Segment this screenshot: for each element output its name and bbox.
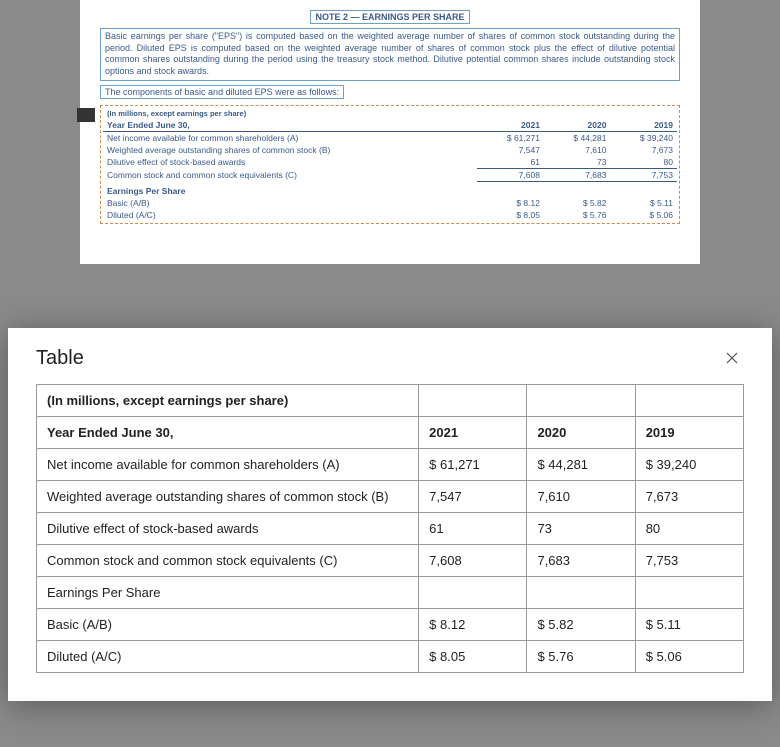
bg-col-2020: 2020 <box>544 119 611 132</box>
doc-paragraph: Basic earnings per share ("EPS") is comp… <box>100 28 680 81</box>
bg-year-label: Year Ended June 30, <box>103 119 477 132</box>
table-row: Common stock and common stock equivalent… <box>37 545 744 577</box>
table-row: Basic (A/B) $ 8.12 $ 5.82 $ 5.11 <box>37 609 744 641</box>
source-document: NOTE 2 — EARNINGS PER SHARE Basic earnin… <box>80 0 700 264</box>
bg-caption: (In millions, except earnings per share) <box>103 108 477 119</box>
bg-eps-table: (In millions, except earnings per share)… <box>103 108 677 221</box>
table-row: Earnings Per Share <box>37 577 744 609</box>
col-2020: 2020 <box>527 417 635 449</box>
table-row: Dilutive effect of stock-based awards 61… <box>37 513 744 545</box>
doc-note-title: NOTE 2 — EARNINGS PER SHARE <box>310 10 469 24</box>
header-year: Year Ended June 30, <box>37 417 419 449</box>
detected-table-region[interactable]: (In millions, except earnings per share)… <box>100 105 680 224</box>
table-icon <box>77 108 95 122</box>
table-row: Net income available for common sharehol… <box>37 449 744 481</box>
header-caption: (In millions, except earnings per share) <box>37 385 419 417</box>
table-row: Weighted average outstanding shares of c… <box>37 481 744 513</box>
close-button[interactable] <box>720 346 744 370</box>
doc-subheading: The components of basic and diluted EPS … <box>100 85 344 99</box>
bg-col-2021: 2021 <box>477 119 544 132</box>
dialog-title: Table <box>36 347 84 370</box>
extracted-table: (In millions, except earnings per share)… <box>36 384 744 673</box>
col-2019: 2019 <box>635 417 743 449</box>
table-dialog: Table (In millions, except earnings per … <box>8 328 772 701</box>
table-row: Diluted (A/C) $ 8.05 $ 5.76 $ 5.06 <box>37 641 744 673</box>
col-2021: 2021 <box>419 417 527 449</box>
bg-col-2019: 2019 <box>610 119 677 132</box>
close-icon <box>726 352 738 364</box>
